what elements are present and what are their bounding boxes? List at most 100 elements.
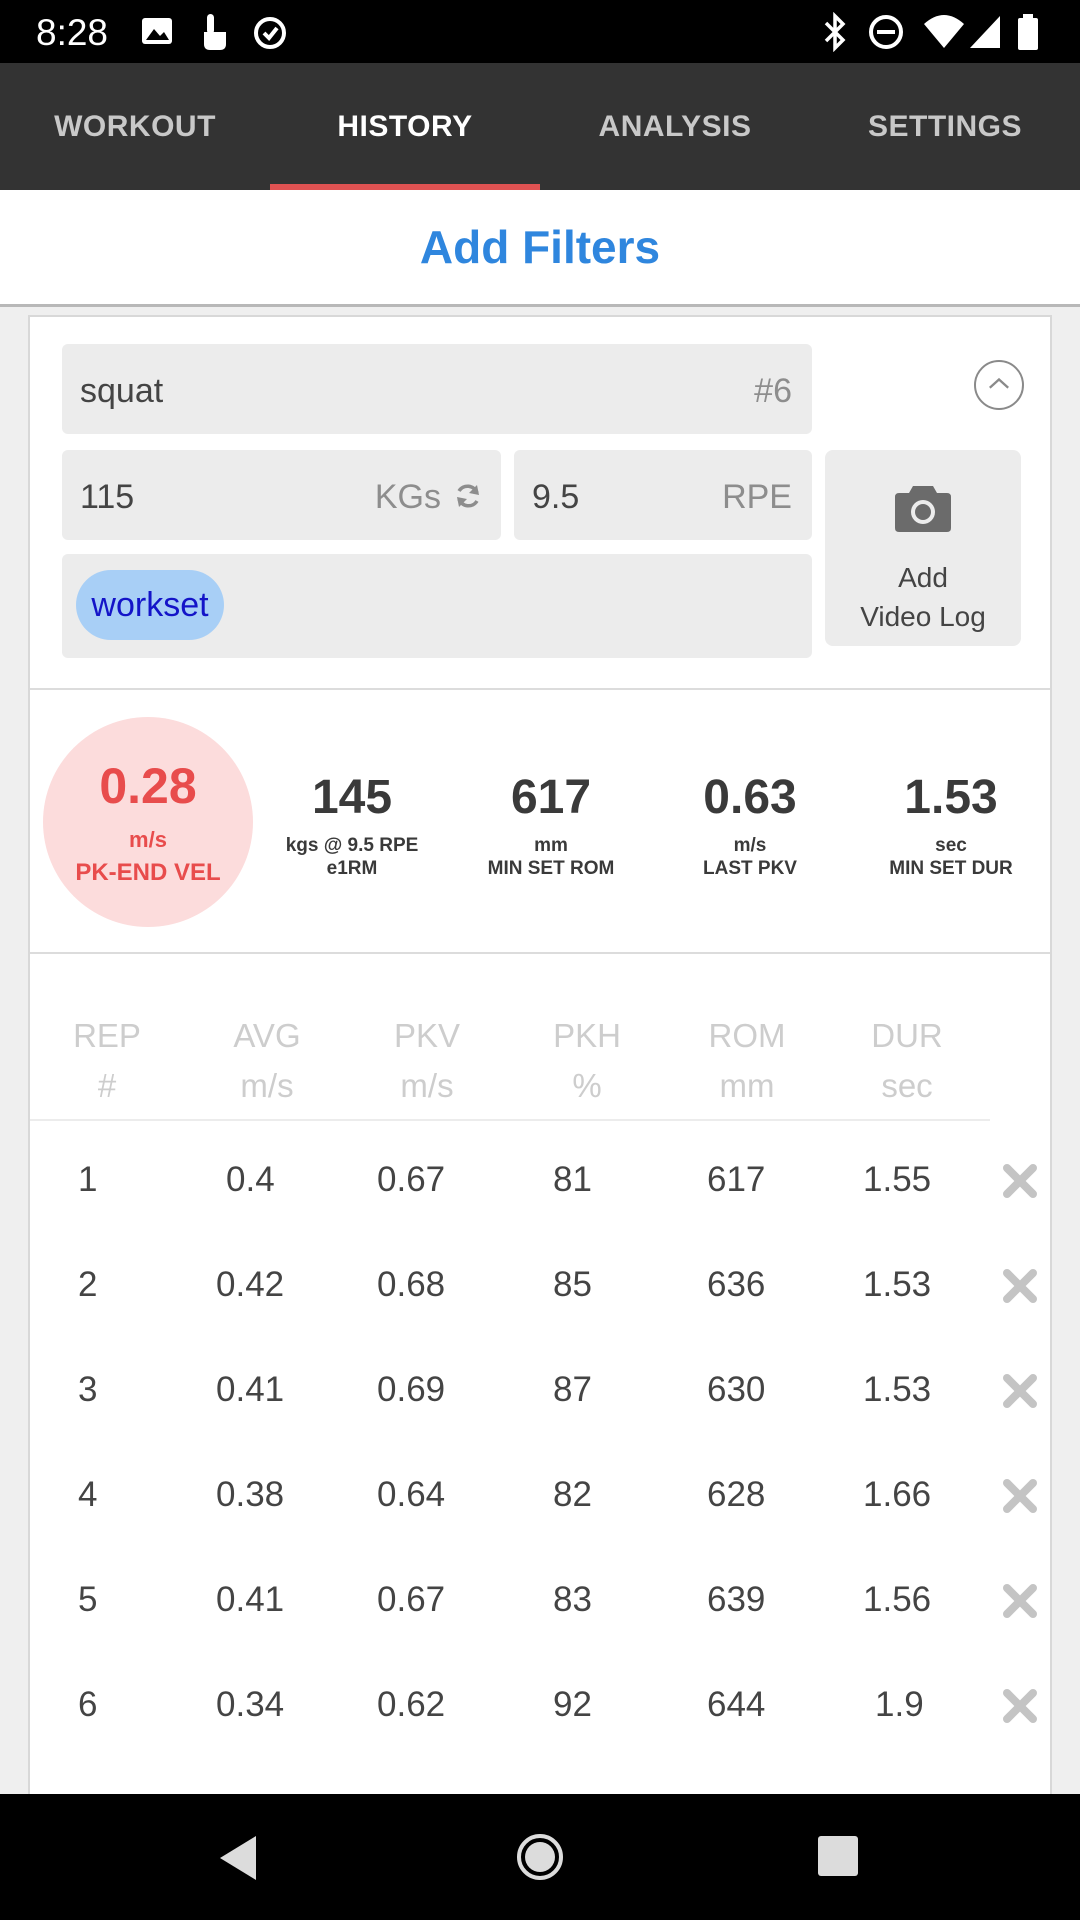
cell-pkv: 0.64 xyxy=(377,1475,446,1514)
stat-value: 145 xyxy=(311,771,393,824)
delete-rep-icon[interactable] xyxy=(1002,1478,1038,1514)
cell-avg: 0.4 xyxy=(226,1160,275,1199)
do-not-disturb-icon xyxy=(869,15,903,49)
tags-field[interactable]: workset xyxy=(62,554,812,658)
cell-rep: 1 xyxy=(78,1160,98,1199)
header-pkh: PKH% xyxy=(553,1017,621,1104)
tab-settings[interactable]: SETTINGS xyxy=(810,63,1080,190)
top-tab-bar: WORKOUT HISTORY ANALYSIS SETTINGS xyxy=(0,63,1080,190)
cell-dur: 1.53 xyxy=(863,1265,932,1304)
tab-workout[interactable]: WORKOUT xyxy=(0,63,270,190)
cell-dur: 1.66 xyxy=(863,1475,932,1514)
cell-pkv: 0.67 xyxy=(377,1160,446,1199)
image-icon xyxy=(142,18,172,44)
header-dur: DUR sec xyxy=(871,1017,943,1104)
stat-label: LAST PKV xyxy=(703,858,797,879)
rpe-field[interactable]: 9.5 RPE xyxy=(514,450,812,540)
table-row[interactable]: 1 0.4 0.67 81 617 1.55 xyxy=(30,1127,1050,1232)
table-row[interactable]: 5 0.41 0.67 83 639 1.56 xyxy=(30,1547,1050,1652)
header-pkv: PKV m/s xyxy=(393,1017,461,1104)
alarm-icon xyxy=(254,17,286,49)
delete-rep-icon[interactable] xyxy=(1002,1268,1038,1304)
cell-rep: 5 xyxy=(78,1580,98,1619)
set-number: #6 xyxy=(754,372,792,410)
touch-icon xyxy=(204,14,226,50)
tag-chip[interactable]: workset xyxy=(76,570,224,640)
cell-pkv: 0.68 xyxy=(377,1265,446,1304)
cell-pkv: 0.62 xyxy=(377,1685,446,1724)
cell-dur: 1.9 xyxy=(875,1685,924,1724)
signal-icon xyxy=(970,16,1000,48)
cell-pkh: 83 xyxy=(553,1580,592,1619)
weight-unit: KGs xyxy=(374,478,441,516)
table-row[interactable]: 2 0.42 0.68 85 636 1.53 xyxy=(30,1232,1050,1337)
home-icon[interactable] xyxy=(515,1832,565,1882)
refresh-icon[interactable] xyxy=(453,481,483,511)
cell-dur: 1.53 xyxy=(863,1370,932,1409)
table-row[interactable]: 3 0.41 0.69 87 630 1.53 xyxy=(30,1337,1050,1442)
exercise-field[interactable]: squat #6 xyxy=(62,344,812,434)
header-rom: ROM mm xyxy=(708,1017,786,1104)
stat-min-set-dur: 1.53 sec MIN SET DUR xyxy=(856,772,1046,880)
weight-value: 115 xyxy=(80,478,135,516)
stat-label: MIN SET DUR xyxy=(889,858,1013,879)
stat-unit: m/s xyxy=(733,835,767,856)
weight-field[interactable]: 115 KGs xyxy=(62,450,501,540)
table-row[interactable]: 4 0.38 0.64 82 628 1.66 xyxy=(30,1442,1050,1547)
cell-rom: 630 xyxy=(707,1370,766,1409)
stat-unit: kgs @ 9.5 RPE xyxy=(285,835,419,856)
cell-rom: 636 xyxy=(707,1265,766,1304)
rpe-value: 9.5 xyxy=(532,478,580,516)
tab-history[interactable]: HISTORY xyxy=(270,63,540,190)
stat-value: 0.63 xyxy=(703,771,797,824)
card-divider xyxy=(30,688,1050,690)
cell-pkh: 85 xyxy=(553,1265,592,1304)
delete-rep-icon[interactable] xyxy=(1002,1583,1038,1619)
cell-avg: 0.38 xyxy=(216,1475,285,1514)
cell-pkh: 82 xyxy=(553,1475,592,1514)
cell-avg: 0.42 xyxy=(216,1265,285,1304)
stat-min-set-rom: 617 mm MIN SET ROM xyxy=(456,772,646,880)
add-filters-button[interactable]: Add Filters xyxy=(0,190,1080,307)
table-row[interactable]: 6 0.34 0.62 92 644 1.9 xyxy=(30,1652,1050,1757)
set-card: squat #6 115 KGs 9.5 RPE Add Video Log w… xyxy=(28,315,1052,1795)
stat-unit: sec xyxy=(935,835,967,856)
camera-icon xyxy=(895,486,951,532)
cell-rom: 628 xyxy=(707,1475,766,1514)
wifi-icon xyxy=(924,15,964,48)
add-video-log-button[interactable]: Add Video Log xyxy=(825,450,1021,646)
collapse-icon[interactable] xyxy=(974,360,1024,410)
recents-icon[interactable] xyxy=(816,1834,860,1878)
header-avg: AVG m/s xyxy=(233,1017,301,1104)
video-log-label-line2: Video Log xyxy=(860,601,986,632)
stat-value: 1.53 xyxy=(904,771,998,824)
stat-value: 617 xyxy=(510,771,592,824)
cell-avg: 0.41 xyxy=(216,1580,285,1619)
cell-avg: 0.34 xyxy=(216,1685,285,1724)
cell-rom: 617 xyxy=(707,1160,766,1199)
cell-avg: 0.41 xyxy=(216,1370,285,1409)
status-time: 8:28 xyxy=(36,12,109,53)
bluetooth-icon xyxy=(824,12,846,52)
stat-label: MIN SET ROM xyxy=(487,858,615,879)
cell-pkh: 81 xyxy=(553,1160,592,1199)
delete-rep-icon[interactable] xyxy=(1002,1163,1038,1199)
stat-unit: mm xyxy=(534,835,568,856)
velocity-label: PK-END VEL xyxy=(75,859,221,886)
delete-rep-icon[interactable] xyxy=(1002,1373,1038,1409)
cell-rom: 639 xyxy=(707,1580,766,1619)
velocity-unit: m/s xyxy=(129,827,167,852)
add-filters-label: Add Filters xyxy=(419,221,661,273)
cell-rep: 4 xyxy=(78,1475,98,1514)
stat-e1rm: 145 kgs @ 9.5 RPE e1RM xyxy=(257,772,447,880)
cell-rep: 2 xyxy=(78,1265,98,1304)
video-log-label-line1: Add xyxy=(898,562,948,593)
back-icon[interactable] xyxy=(216,1834,260,1882)
cell-dur: 1.56 xyxy=(863,1580,932,1619)
cell-pkh: 92 xyxy=(553,1685,592,1724)
delete-rep-icon[interactable] xyxy=(1002,1688,1038,1724)
stat-label: e1RM xyxy=(326,858,378,879)
tab-analysis[interactable]: ANALYSIS xyxy=(540,63,810,190)
cell-pkv: 0.67 xyxy=(377,1580,446,1619)
exercise-name: squat xyxy=(80,372,164,410)
